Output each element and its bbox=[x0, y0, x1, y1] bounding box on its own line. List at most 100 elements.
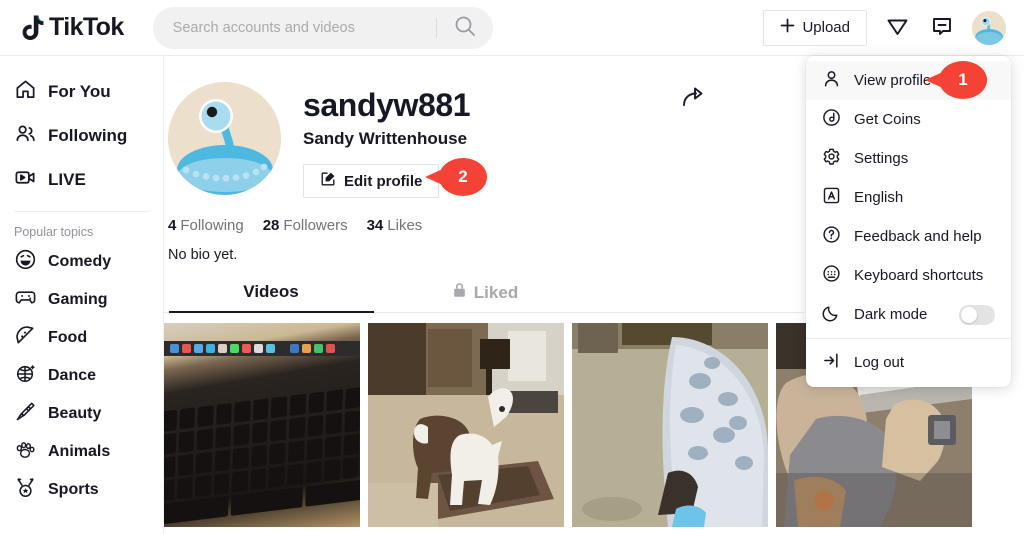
keyboard-icon bbox=[822, 264, 841, 287]
tiktok-logo[interactable]: TikTok bbox=[20, 13, 124, 43]
menu-item-label: Get Coins bbox=[854, 111, 921, 128]
people-icon bbox=[14, 122, 37, 150]
paper-plane-icon bbox=[885, 14, 910, 42]
sidebar-item-live[interactable]: LIVE bbox=[0, 158, 163, 202]
logout-arrow-icon bbox=[822, 351, 841, 374]
stat-count: 28 bbox=[262, 217, 280, 234]
top-header: TikTok Upload bbox=[0, 0, 1024, 56]
menu-item-settings[interactable]: Settings bbox=[806, 139, 1011, 178]
macbook-dock bbox=[164, 341, 360, 356]
stat-count: 4 bbox=[168, 217, 177, 234]
stat-likes[interactable]: 34 Likes bbox=[367, 217, 423, 234]
gamepad-icon bbox=[14, 286, 37, 314]
menu-item-label: View profile bbox=[854, 72, 932, 89]
menu-item-label: Feedback and help bbox=[854, 228, 982, 245]
sidebar-label: Animals bbox=[48, 443, 111, 460]
menu-separator bbox=[806, 338, 1011, 339]
tiktok-wordmark: TikTok bbox=[49, 13, 124, 41]
video-thumbnail[interactable] bbox=[368, 323, 564, 527]
share-profile-button[interactable] bbox=[676, 80, 710, 117]
profile-nickname: Sandy Writtenhouse bbox=[303, 129, 468, 148]
edit-profile-button[interactable]: Edit profile bbox=[303, 164, 440, 198]
stat-label: Followers bbox=[283, 217, 348, 234]
inbox-button[interactable] bbox=[883, 12, 912, 44]
sidebar-item-beauty[interactable]: Beauty bbox=[0, 395, 163, 433]
person-icon bbox=[822, 69, 841, 92]
sidebar-item-for-you[interactable]: For You bbox=[0, 70, 163, 114]
account-dropdown-menu: View profile Get Coins Settings English … bbox=[806, 56, 1011, 387]
tab-liked[interactable]: Liked bbox=[378, 282, 592, 313]
sidebar: For You Following LIVE Popular topics Co… bbox=[0, 56, 164, 534]
header-avatar[interactable] bbox=[972, 10, 1006, 45]
sidebar-label: LIVE bbox=[48, 170, 86, 189]
plus-icon bbox=[780, 18, 795, 37]
menu-item-log-out[interactable]: Log out bbox=[806, 343, 1011, 382]
menu-item-feedback-and-help[interactable]: Feedback and help bbox=[806, 217, 1011, 256]
sidebar-label: Sports bbox=[48, 481, 99, 498]
stat-following[interactable]: 4 Following bbox=[168, 217, 244, 234]
makeup-brush-icon bbox=[14, 400, 37, 428]
sidebar-label: Gaming bbox=[48, 291, 108, 308]
medal-icon bbox=[14, 476, 37, 504]
user-avatar bbox=[168, 82, 281, 195]
search-button[interactable] bbox=[437, 7, 493, 49]
profile-tabs: Videos Liked bbox=[164, 282, 804, 313]
moon-icon bbox=[822, 303, 841, 326]
coin-note-icon bbox=[822, 108, 841, 131]
video-thumbnail[interactable] bbox=[164, 323, 360, 527]
language-a-icon bbox=[822, 186, 841, 209]
sidebar-item-comedy[interactable]: Comedy bbox=[0, 243, 163, 281]
sidebar-section-heading: Popular topics bbox=[14, 225, 94, 239]
search-input[interactable] bbox=[172, 19, 423, 36]
active-tab-underline bbox=[169, 311, 374, 313]
menu-item-label: English bbox=[854, 189, 904, 206]
tiktok-note-icon bbox=[20, 13, 46, 43]
laughing-face-icon bbox=[14, 248, 37, 276]
stat-followers[interactable]: 28 Followers bbox=[263, 217, 348, 234]
edit-square-icon bbox=[320, 171, 336, 191]
callout-number: 2 bbox=[439, 158, 487, 196]
upload-label: Upload bbox=[802, 19, 850, 36]
menu-item-get-coins[interactable]: Get Coins bbox=[806, 100, 1011, 139]
paw-print-icon bbox=[14, 438, 37, 466]
menu-item-label: Settings bbox=[854, 150, 909, 167]
callout-number: 1 bbox=[939, 61, 987, 99]
sidebar-label: For You bbox=[48, 82, 111, 101]
question-circle-icon bbox=[822, 225, 841, 248]
sidebar-item-sports[interactable]: Sports bbox=[0, 471, 163, 509]
menu-item-language[interactable]: English bbox=[806, 178, 1011, 217]
share-arrow-icon bbox=[680, 87, 706, 113]
sidebar-item-following[interactable]: Following bbox=[0, 114, 163, 158]
dark-mode-toggle[interactable] bbox=[959, 304, 995, 325]
two-dogs-in-room-thumbnail bbox=[368, 323, 564, 527]
tab-label: Liked bbox=[473, 282, 519, 302]
toggle-knob bbox=[961, 306, 977, 323]
profile-avatar[interactable] bbox=[168, 82, 281, 195]
header-actions: Upload bbox=[763, 9, 1006, 46]
home-icon bbox=[14, 78, 37, 106]
menu-item-keyboard-shortcuts[interactable]: Keyboard shortcuts bbox=[806, 256, 1011, 295]
sidebar-item-dance[interactable]: Dance bbox=[0, 357, 163, 395]
upload-button[interactable]: Upload bbox=[763, 9, 867, 46]
sidebar-item-gaming[interactable]: Gaming bbox=[0, 281, 163, 319]
sidebar-label: Comedy bbox=[48, 253, 112, 270]
message-icon bbox=[930, 14, 954, 41]
sidebar-item-food[interactable]: Food bbox=[0, 319, 163, 357]
tab-label: Videos bbox=[243, 282, 299, 301]
sidebar-item-animals[interactable]: Animals bbox=[0, 433, 163, 471]
video-thumbnail[interactable] bbox=[572, 323, 768, 527]
sidebar-label: Following bbox=[48, 126, 128, 145]
lock-icon bbox=[452, 282, 467, 303]
callout-marker-2: 2 bbox=[425, 158, 487, 196]
keyboard-keys bbox=[164, 385, 360, 527]
tab-videos[interactable]: Videos bbox=[164, 282, 378, 313]
stat-label: Likes bbox=[387, 217, 423, 234]
menu-item-dark-mode[interactable]: Dark mode bbox=[806, 295, 1011, 334]
gear-icon bbox=[822, 147, 841, 170]
messages-button[interactable] bbox=[928, 12, 956, 43]
stat-label: Following bbox=[180, 217, 244, 234]
sidebar-label: Dance bbox=[48, 367, 97, 384]
search-bar[interactable] bbox=[152, 6, 493, 49]
live-video-icon bbox=[14, 166, 37, 194]
dog-under-blanket-thumbnail bbox=[572, 323, 768, 527]
